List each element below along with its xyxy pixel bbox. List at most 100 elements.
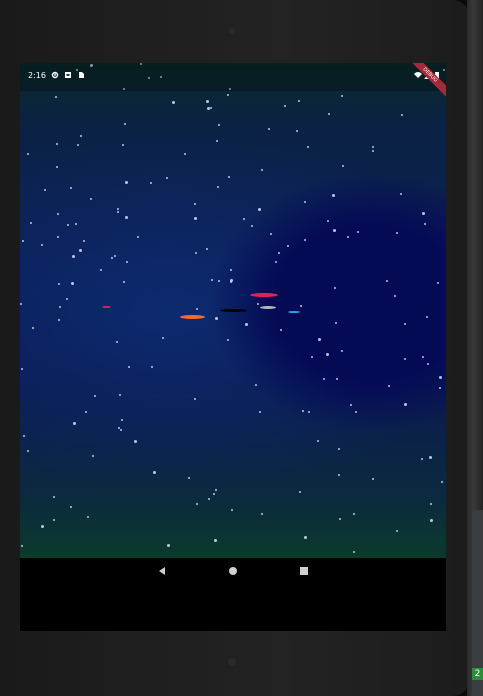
- star: [261, 169, 263, 171]
- star: [56, 143, 58, 145]
- star: [100, 269, 102, 271]
- star: [59, 306, 61, 308]
- star: [424, 223, 426, 225]
- star: [66, 298, 68, 300]
- star: [30, 222, 32, 224]
- star: [137, 236, 139, 238]
- star: [299, 491, 301, 493]
- star: [128, 366, 130, 368]
- star: [404, 358, 406, 360]
- star: [27, 450, 29, 452]
- star: [71, 282, 74, 285]
- star: [396, 232, 398, 234]
- star: [388, 385, 390, 387]
- star: [72, 255, 75, 258]
- star: [243, 218, 245, 220]
- star: [335, 322, 337, 324]
- star: [287, 245, 289, 247]
- star: [150, 182, 152, 184]
- grey-ship: [260, 306, 276, 309]
- star: [57, 236, 59, 238]
- star: [122, 144, 124, 146]
- recents-icon[interactable]: [298, 565, 310, 577]
- star: [280, 329, 282, 331]
- star: [230, 269, 232, 271]
- back-icon[interactable]: [156, 565, 168, 577]
- star: [296, 130, 298, 132]
- star: [125, 181, 128, 184]
- star: [92, 455, 94, 457]
- star: [167, 544, 170, 547]
- black-ship: [220, 309, 247, 312]
- star: [245, 323, 248, 326]
- star: [70, 506, 72, 508]
- star: [21, 368, 23, 370]
- orange-ship: [180, 315, 205, 319]
- star: [20, 303, 22, 305]
- star: [429, 456, 432, 459]
- star: [342, 165, 344, 167]
- star: [350, 404, 352, 406]
- star: [396, 530, 398, 532]
- star: [85, 411, 87, 413]
- star: [228, 176, 230, 178]
- star: [372, 150, 374, 152]
- blue-ship: [288, 311, 300, 313]
- star: [327, 220, 329, 222]
- star: [121, 419, 123, 421]
- star: [55, 96, 57, 98]
- game-canvas[interactable]: [20, 63, 446, 558]
- star: [67, 224, 69, 226]
- star: [21, 545, 23, 547]
- star: [227, 94, 229, 96]
- star: [339, 518, 341, 520]
- home-icon[interactable]: [227, 565, 239, 577]
- star: [304, 536, 307, 539]
- star: [311, 356, 313, 358]
- star: [214, 539, 217, 542]
- star: [422, 212, 425, 215]
- star: [430, 519, 433, 522]
- star: [386, 280, 388, 282]
- star: [196, 308, 198, 310]
- star: [304, 201, 306, 203]
- star: [126, 261, 128, 263]
- star: [347, 236, 349, 238]
- star: [439, 376, 442, 379]
- star: [172, 101, 175, 104]
- device-screen: 2:16 DEBUG: [20, 63, 446, 631]
- star: [355, 411, 357, 413]
- star: [430, 503, 432, 505]
- star: [421, 458, 423, 460]
- star: [114, 255, 116, 257]
- star: [353, 551, 355, 553]
- star: [338, 474, 340, 476]
- star: [184, 153, 186, 155]
- star: [341, 95, 343, 97]
- star: [218, 280, 220, 282]
- star: [372, 478, 374, 480]
- star: [251, 225, 253, 227]
- star: [41, 525, 44, 528]
- star: [116, 341, 118, 343]
- star: [217, 186, 219, 188]
- star: [427, 363, 429, 365]
- star: [426, 316, 428, 318]
- star: [125, 216, 128, 219]
- star: [56, 166, 58, 168]
- star: [404, 403, 407, 406]
- star: [194, 398, 196, 400]
- star: [206, 100, 209, 103]
- star: [194, 203, 196, 205]
- star: [194, 217, 197, 220]
- star: [22, 240, 24, 242]
- star: [73, 422, 76, 425]
- star: [332, 194, 335, 197]
- star: [357, 231, 359, 233]
- star: [300, 305, 302, 307]
- star: [230, 279, 233, 282]
- star: [166, 177, 168, 179]
- star: [134, 440, 137, 443]
- star: [326, 353, 329, 356]
- star: [275, 261, 277, 263]
